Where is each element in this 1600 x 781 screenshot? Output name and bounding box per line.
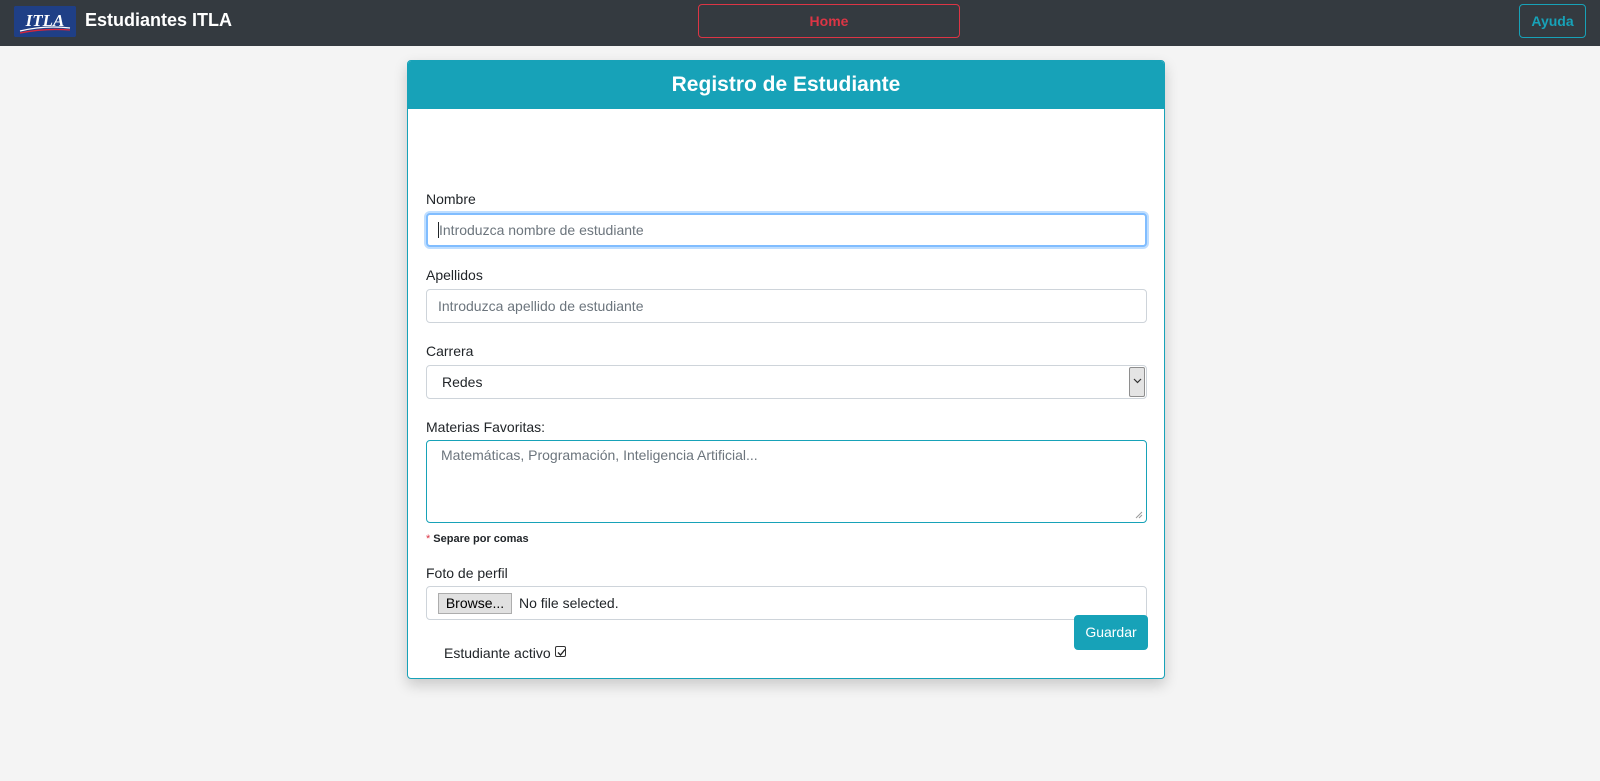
chevron-down-icon[interactable] <box>1129 367 1145 397</box>
text-caret <box>438 222 439 239</box>
home-button[interactable]: Home <box>698 4 960 38</box>
materias-label: Materias Favoritas: <box>426 419 546 435</box>
carrera-selected-value: Redes <box>442 374 483 390</box>
card-title: Registro de Estudiante <box>408 61 1164 109</box>
checkmark-icon <box>557 649 566 656</box>
materias-hint: * Separe por comas <box>426 533 529 545</box>
brand-title[interactable]: Estudiantes ITLA <box>85 9 232 31</box>
itla-logo-image: ITLA <box>14 6 76 37</box>
activo-checkbox[interactable] <box>555 646 566 657</box>
materias-placeholder: Matemáticas, Programación, Inteligencia … <box>441 447 758 463</box>
foto-label: Foto de perfil <box>426 565 508 581</box>
help-button[interactable]: Ayuda <box>1519 4 1586 38</box>
nombre-label: Nombre <box>426 191 476 207</box>
required-asterisk: * <box>426 533 431 545</box>
materias-hint-text: Separe por comas <box>433 533 529 545</box>
apellidos-input[interactable]: Introduzca apellido de estudiante <box>426 289 1147 323</box>
itla-logo[interactable]: ITLA <box>14 6 76 37</box>
file-status-text: No file selected. <box>519 595 619 611</box>
apellidos-placeholder: Introduzca apellido de estudiante <box>438 298 644 314</box>
carrera-label: Carrera <box>426 343 474 359</box>
foto-file-input[interactable]: Browse... No file selected. <box>426 586 1147 620</box>
browse-button[interactable]: Browse... <box>438 593 512 614</box>
nombre-input[interactable]: Introduzca nombre de estudiante <box>426 213 1147 247</box>
activo-label: Estudiante activo <box>444 645 551 661</box>
top-navbar: ITLA Estudiantes ITLA Home Ayuda <box>0 0 1600 46</box>
student-registration-card: Registro de Estudiante Nombre Introduzca… <box>407 60 1165 679</box>
carrera-select[interactable]: Redes <box>426 365 1147 399</box>
resize-grip-icon[interactable] <box>1134 510 1143 519</box>
save-button[interactable]: Guardar <box>1074 615 1148 650</box>
nombre-placeholder: Introduzca nombre de estudiante <box>439 222 644 238</box>
materias-textarea[interactable]: Matemáticas, Programación, Inteligencia … <box>426 440 1147 523</box>
apellidos-label: Apellidos <box>426 267 483 283</box>
